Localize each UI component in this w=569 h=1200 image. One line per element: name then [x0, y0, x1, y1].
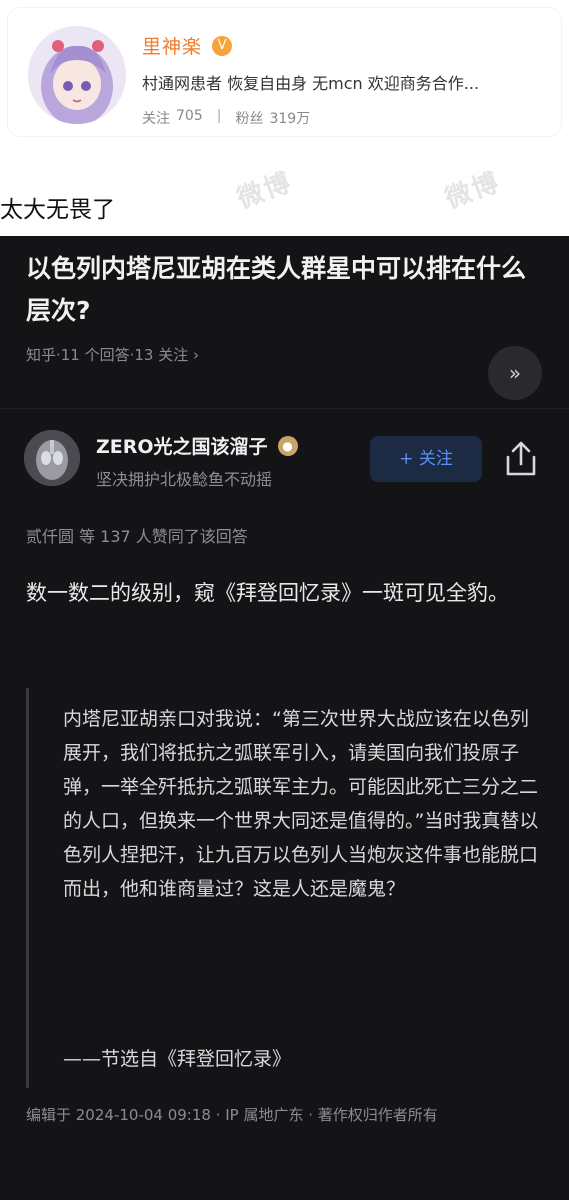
double-chevron-down-icon: »	[508, 361, 522, 385]
following-label[interactable]: 关注	[142, 108, 170, 128]
author-avatar[interactable]	[24, 430, 80, 486]
share-icon[interactable]	[504, 440, 538, 478]
avatar[interactable]	[28, 26, 126, 124]
ultraman-avatar-icon	[24, 430, 80, 486]
post-caption: 太大无畏了	[0, 197, 115, 223]
profile-card: 里神楽 V 村通网患者 恢复自由身 无mcn 欢迎商务合作... 关注 705 …	[8, 8, 561, 136]
divider	[0, 408, 569, 409]
followers-count[interactable]: 319万	[269, 108, 310, 128]
user-bio: 村通网患者 恢复自由身 无mcn 欢迎商务合作...	[142, 74, 480, 93]
author-badge-icon: ●	[277, 435, 298, 456]
author-name-row: ZERO光之国该溜子 ●	[96, 432, 298, 459]
author-bio: 坚决拥护北极鲶鱼不动摇	[96, 470, 273, 489]
anime-avatar-icon	[28, 26, 126, 124]
question-meta[interactable]: 知乎·11 个回答·13 关注 ›	[26, 344, 199, 365]
quote-source: ——节选自《拜登回忆录》	[63, 1048, 292, 1070]
watermark-icon: 微博	[233, 167, 297, 215]
stats-separator: |	[216, 108, 222, 124]
question-title[interactable]: 以色列内塔尼亚胡在类人群星中可以排在什么层次?	[26, 248, 546, 332]
profile-name-row: 里神楽 V	[142, 32, 233, 59]
following-count[interactable]: 705	[176, 108, 203, 128]
author-name[interactable]: ZERO光之国该溜子	[96, 432, 268, 459]
followers-label[interactable]: 粉丝	[235, 108, 263, 128]
edit-info: 编辑于 2024-10-04 09:18 · IP 属地广东 · 著作权归作者所…	[26, 1106, 438, 1124]
zhihu-screenshot: 以色列内塔尼亚胡在类人群星中可以排在什么层次? 知乎·11 个回答·13 关注 …	[0, 236, 569, 1200]
upvote-summary[interactable]: 贰仟圆 等 137 人赞同了该回答	[26, 523, 248, 547]
answer-quote: 内塔尼亚胡亲口对我说：“第三次世界大战应该在以色列展开，我们将抵抗之弧联军引入，…	[26, 688, 544, 1088]
collapse-button[interactable]: »	[488, 346, 542, 400]
user-name[interactable]: 里神楽	[142, 32, 202, 59]
profile-stats: 关注 705 | 粉丝 319万	[142, 108, 310, 128]
quote-text: 内塔尼亚胡亲口对我说：“第三次世界大战应该在以色列展开，我们将抵抗之弧联军引入，…	[63, 708, 539, 900]
follow-button[interactable]: + 关注	[370, 436, 482, 482]
verified-badge-icon: V	[212, 35, 233, 56]
answer-text: 数一数二的级别，窥《拜登回忆录》一斑可见全豹。	[26, 581, 509, 605]
watermark-icon: 微博	[441, 167, 505, 215]
